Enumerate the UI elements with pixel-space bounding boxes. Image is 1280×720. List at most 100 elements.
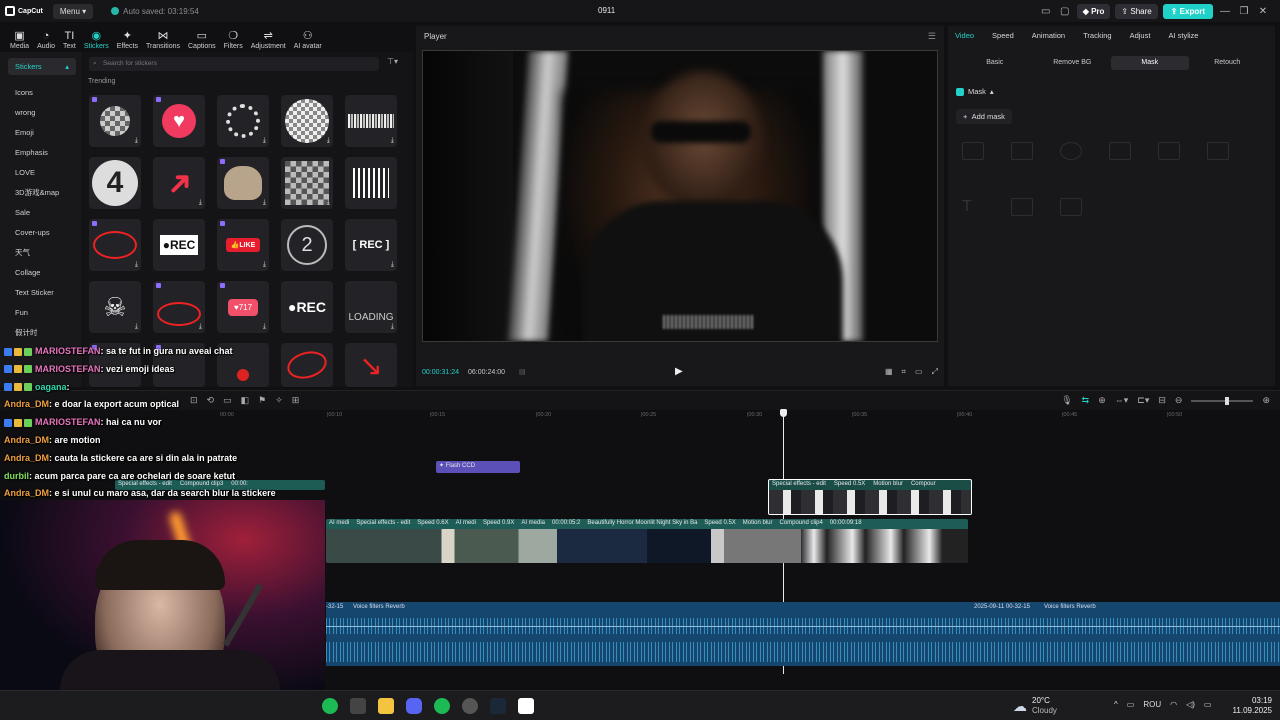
timeline-bar-icon[interactable]: ▤ bbox=[519, 368, 526, 376]
pro-button[interactable]: ◆ Pro bbox=[1076, 3, 1111, 19]
category-item[interactable]: Fun bbox=[0, 303, 82, 323]
crop-icon[interactable]: ⌗ bbox=[902, 367, 907, 377]
tab-video[interactable]: Video bbox=[955, 31, 974, 40]
player-menu-icon[interactable]: ☰ bbox=[928, 31, 936, 42]
download-icon[interactable]: ⤓ bbox=[327, 137, 330, 145]
mask-section[interactable]: Mask ▴ bbox=[956, 87, 994, 96]
audio-track[interactable]: -32-15 Voice filters Reverb 2025-09-11 00-… bbox=[326, 602, 1280, 666]
sticker-red-burst[interactable]: ⤓ bbox=[153, 281, 205, 333]
category-item[interactable]: Text Sticker bbox=[0, 283, 82, 303]
menu-button[interactable]: Menu ▾ bbox=[52, 3, 94, 19]
tool-text[interactable]: TI Text bbox=[59, 29, 80, 50]
sticker-rec-frame[interactable]: [ REC ] ⤓ bbox=[345, 219, 397, 271]
obs-icon[interactable] bbox=[462, 698, 478, 714]
download-icon[interactable]: ⤓ bbox=[263, 199, 266, 207]
download-icon[interactable]: ⤓ bbox=[135, 323, 138, 331]
microphone-icon[interactable]: 🎙 bbox=[1061, 395, 1072, 406]
subtab-remove-bg[interactable]: Remove BG bbox=[1034, 56, 1112, 70]
download-icon[interactable]: ⤓ bbox=[135, 261, 138, 269]
category-item[interactable]: 假计时 bbox=[0, 323, 82, 343]
subtab-basic[interactable]: Basic bbox=[956, 56, 1034, 70]
download-icon[interactable]: ⤓ bbox=[263, 261, 266, 269]
subtab-mask[interactable]: Mask bbox=[1111, 56, 1189, 70]
sticker-loading[interactable]: LOADING ⤓ bbox=[345, 281, 397, 333]
wifi-icon[interactable]: ◠ bbox=[1170, 700, 1177, 709]
notification-icon[interactable]: ▭ bbox=[1127, 700, 1135, 709]
zoom-knob[interactable] bbox=[1225, 396, 1230, 405]
zoom-in-icon[interactable]: ⊕ bbox=[1262, 395, 1270, 406]
download-icon[interactable]: ⤓ bbox=[391, 137, 394, 145]
sticker-soundwave[interactable] bbox=[345, 157, 397, 209]
layout-icon[interactable]: ▭ bbox=[1039, 6, 1053, 17]
link-icon[interactable]: ⇆ bbox=[1082, 395, 1090, 406]
download-icon[interactable]: ⤓ bbox=[391, 323, 394, 331]
share-button[interactable]: ⇪ Share bbox=[1115, 3, 1158, 19]
tool-media[interactable]: ▣ Media bbox=[6, 29, 33, 50]
sticker-like[interactable]: 👍LIKE ⤓ bbox=[217, 219, 269, 271]
chevron-up-icon[interactable]: ^ bbox=[1114, 700, 1118, 709]
app-green-icon[interactable] bbox=[322, 698, 338, 714]
add-mask-button[interactable]: + Add mask bbox=[956, 109, 1012, 124]
sticker-pixel-ball[interactable]: ⤓ bbox=[281, 95, 333, 147]
category-item[interactable]: Collage bbox=[0, 263, 82, 283]
project-title[interactable]: 0911 bbox=[598, 6, 615, 15]
fit-icon[interactable]: ⊟ bbox=[1158, 395, 1166, 406]
mask-text-icon[interactable]: T bbox=[962, 198, 984, 216]
sticker-countdown-4[interactable]: 4 bbox=[89, 157, 141, 209]
mask-shape-rectangle[interactable] bbox=[1109, 142, 1131, 160]
capcut-taskbar-icon[interactable] bbox=[518, 698, 534, 714]
mask-shape-circle[interactable] bbox=[1060, 142, 1082, 160]
language-indicator[interactable]: ROU bbox=[1143, 700, 1161, 709]
sticker-mosaic[interactable]: ⤓ bbox=[281, 157, 333, 209]
track-mode-icon[interactable]: ⊏▾ bbox=[1137, 395, 1149, 406]
file-explorer-icon[interactable] bbox=[378, 698, 394, 714]
category-item[interactable]: Icons bbox=[0, 83, 82, 103]
sticker-rec-white[interactable]: ●REC bbox=[153, 219, 205, 271]
sticker-countdown-2[interactable]: 2 bbox=[281, 219, 333, 271]
sticker-heart[interactable]: ♥ bbox=[153, 95, 205, 147]
tab-speed[interactable]: Speed bbox=[992, 31, 1014, 40]
main-track[interactable]: AI medi Special effects - edit Speed 0.6X A… bbox=[326, 519, 968, 563]
clock[interactable]: 03:19 11.09.2025 bbox=[1228, 696, 1272, 716]
download-icon[interactable]: ⤓ bbox=[263, 137, 266, 145]
tool-stickers[interactable]: ◉ Stickers bbox=[80, 29, 113, 50]
play-button[interactable]: ▶ bbox=[675, 366, 683, 377]
download-icon[interactable]: ⤓ bbox=[199, 323, 202, 331]
tool-effects[interactable]: ✦ Effects bbox=[113, 29, 142, 50]
sticker-noise-bar[interactable]: ⤓ bbox=[345, 95, 397, 147]
expand-icon[interactable]: ⤢ bbox=[932, 367, 938, 377]
download-icon[interactable]: ⤓ bbox=[199, 199, 202, 207]
minimize-icon[interactable]: — bbox=[1218, 6, 1232, 17]
tool-audio[interactable]: ◔ Audio bbox=[33, 29, 59, 50]
preview-axis-icon[interactable]: ⇔▾ bbox=[1115, 395, 1129, 406]
category-item[interactable]: LOVE bbox=[0, 163, 82, 183]
video-preview[interactable] bbox=[422, 50, 938, 342]
sticker-spinner[interactable]: ⤓ bbox=[217, 95, 269, 147]
volume-icon[interactable]: ◁) bbox=[1186, 700, 1195, 709]
close-icon[interactable]: ✕ bbox=[1256, 6, 1270, 17]
sticker-cat[interactable]: ⤓ bbox=[217, 157, 269, 209]
category-dropdown[interactable]: Stickers ▴ bbox=[8, 58, 76, 75]
sticker-red-circle-x[interactable]: ⤓ bbox=[89, 219, 141, 271]
restore-icon[interactable]: ❐ bbox=[1237, 6, 1251, 17]
fullscreen-preview-icon[interactable]: ▦ bbox=[885, 367, 893, 377]
category-item[interactable]: Cover-ups bbox=[0, 223, 82, 243]
snap-icon[interactable]: ⊕ bbox=[1098, 395, 1106, 406]
weather-widget[interactable]: ☁ 20°C Cloudy bbox=[1013, 696, 1057, 716]
tool-transitions[interactable]: ⋈ Transitions bbox=[142, 29, 184, 50]
category-item[interactable]: wrong bbox=[0, 103, 82, 123]
battery-icon[interactable]: ▭ bbox=[1204, 700, 1212, 709]
screen-icon[interactable]: ▢ bbox=[1058, 6, 1072, 17]
ratio-icon[interactable]: ▭ bbox=[915, 367, 923, 377]
filter-icon[interactable]: ⊤▾ bbox=[387, 57, 398, 66]
discord-icon[interactable] bbox=[406, 698, 422, 714]
effect-clip[interactable]: ✦ Flash CCD bbox=[436, 461, 520, 473]
mask-pen-icon[interactable] bbox=[1011, 198, 1033, 216]
download-icon[interactable]: ⤓ bbox=[391, 261, 394, 269]
download-icon[interactable]: ⤓ bbox=[327, 199, 330, 207]
download-icon[interactable]: ⤓ bbox=[135, 137, 138, 145]
category-item[interactable]: 3D游戏&map bbox=[0, 183, 82, 203]
tab-tracking[interactable]: Tracking bbox=[1083, 31, 1111, 40]
tab-adjust[interactable]: Adjust bbox=[1130, 31, 1151, 40]
sticker-pixel-blur[interactable]: ⤓ bbox=[89, 95, 141, 147]
